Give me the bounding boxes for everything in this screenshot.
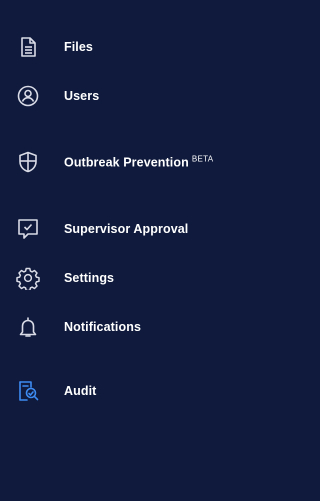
gear-icon [16, 266, 40, 290]
sidebar-item-label: Files [64, 40, 93, 54]
user-circle-icon [16, 84, 40, 108]
sidebar-item-label: Supervisor Approval [64, 222, 189, 236]
sidebar-item-label: Users [64, 89, 100, 103]
sidebar-nav: Files Users Outbreak Prevention BETA Sup… [0, 0, 252, 501]
sidebar-item-label: Settings [64, 271, 115, 285]
sidebar-item-files[interactable]: Files [0, 27, 252, 67]
sidebar-item-label: Outbreak Prevention BETA [64, 154, 213, 169]
shield-icon [16, 150, 40, 174]
approval-check-icon [16, 217, 40, 241]
sidebar-item-supervisor-approval[interactable]: Supervisor Approval [0, 209, 252, 249]
sidebar-item-audit[interactable]: Audit [0, 371, 252, 411]
sidebar-item-label: Notifications [64, 320, 141, 334]
sidebar-item-notifications[interactable]: Notifications [0, 307, 252, 347]
document-icon [16, 35, 40, 59]
audit-search-icon [16, 379, 40, 403]
bell-icon [16, 315, 40, 339]
beta-badge: BETA [191, 154, 214, 164]
sidebar-item-label: Audit [64, 384, 97, 398]
sidebar-item-settings[interactable]: Settings [0, 258, 252, 298]
sidebar-item-users[interactable]: Users [0, 76, 252, 116]
outbreak-prevention-label: Outbreak Prevention [64, 155, 189, 170]
sidebar-item-outbreak-prevention[interactable]: Outbreak Prevention BETA [0, 142, 252, 182]
